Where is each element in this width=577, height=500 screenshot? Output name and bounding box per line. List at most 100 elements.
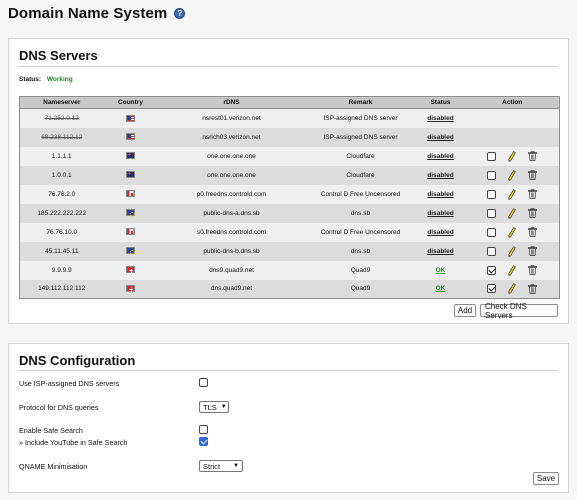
protocol-label: Protocol for DNS queries — [19, 403, 99, 412]
status-link[interactable]: disabled — [427, 115, 453, 122]
delete-trash-icon[interactable] — [528, 265, 538, 275]
rdns-cell: dns.quad9.net — [157, 279, 306, 299]
status-cell: OK — [415, 279, 466, 299]
safe-search-label: Enable Safe Search — [19, 426, 83, 435]
remark-cell: Quad9 — [305, 260, 416, 280]
status-link[interactable]: disabled — [427, 134, 453, 141]
use-isp-label: Use ISP-assigned DNS servers — [19, 379, 120, 388]
rdns-cell: one.one.one.one — [157, 146, 306, 166]
edit-pencil-icon[interactable] — [508, 188, 517, 200]
nameserver-cell: 76.76.10.0 — [19, 222, 104, 242]
nameserver-value: 76.76.10.0 — [46, 228, 78, 236]
country-cell — [103, 279, 158, 299]
rdns-cell: p0.freedns.controld.com — [157, 184, 306, 204]
check-dns-servers-button[interactable]: Check DNS Servers — [480, 302, 558, 320]
nameserver-value: 71.252.0.12 — [44, 114, 79, 122]
edit-pencil-icon[interactable] — [508, 169, 517, 181]
enable-server-checkbox[interactable] — [487, 246, 497, 256]
use-isp-checkbox[interactable] — [199, 378, 208, 387]
nameserver-cell: 76.76.2.0 — [19, 184, 104, 204]
nameserver-cell: 1.0.0.1 — [19, 165, 104, 185]
action-cell — [465, 184, 560, 204]
delete-trash-icon[interactable] — [528, 246, 538, 256]
delete-trash-icon[interactable] — [528, 283, 538, 294]
enable-server-checkbox[interactable] — [487, 170, 497, 180]
country-cell — [103, 165, 158, 185]
action-cell — [465, 279, 560, 299]
edit-pencil-icon[interactable] — [508, 207, 517, 219]
col-remark: Remark — [305, 96, 416, 109]
us-flag-icon — [126, 114, 135, 122]
au-flag-icon — [126, 171, 135, 179]
col-country: Country — [103, 96, 158, 109]
nameserver-value: 149.112.112.112 — [38, 285, 86, 293]
enable-server-checkbox[interactable] — [487, 227, 497, 237]
nameserver-value: 9.9.9.9 — [51, 266, 72, 274]
us-flag-icon — [126, 133, 135, 141]
protocol-value: TLS — [203, 402, 217, 412]
action-cell — [465, 127, 560, 147]
table-row: 1.1.1.1 one.one.one.one Cloudfare disabled — [19, 146, 560, 166]
col-rdns: rDNS — [157, 96, 306, 109]
youtube-label: » Include YouTube in Safe Search — [19, 438, 128, 447]
enable-server-checkbox[interactable] — [487, 189, 497, 199]
country-cell — [103, 184, 158, 204]
status-link[interactable]: disabled — [427, 172, 453, 179]
table-row: 76.76.2.0 p0.freedns.controld.com Control … — [19, 184, 560, 204]
edit-pencil-icon[interactable] — [508, 226, 517, 238]
enable-server-checkbox[interactable] — [487, 284, 497, 294]
status-link[interactable]: disabled — [427, 153, 453, 160]
nameserver-cell: 185.222.222.222 — [19, 203, 104, 223]
delete-trash-icon[interactable] — [528, 208, 538, 218]
enable-server-checkbox[interactable] — [487, 151, 497, 161]
qname-select[interactable]: Strict ▼ — [199, 460, 243, 472]
status-link[interactable]: disabled — [427, 229, 453, 236]
nameserver-value: 1.0.0.1 — [51, 171, 72, 179]
delete-trash-icon[interactable] — [528, 189, 538, 199]
status-line: Status: Working — [19, 76, 73, 83]
status-cell: disabled — [415, 222, 466, 242]
delete-trash-icon[interactable] — [528, 151, 538, 161]
nameserver-cell: 1.1.1.1 — [19, 146, 104, 166]
status-cell: disabled — [415, 127, 466, 147]
remark-cell: Control D Free Uncensored — [305, 222, 416, 242]
action-cell — [465, 260, 560, 280]
remark-cell: dns.sb — [305, 241, 416, 261]
status-link[interactable]: disabled — [427, 248, 453, 255]
youtube-checkbox[interactable] — [199, 437, 208, 446]
safe-search-checkbox[interactable] — [199, 425, 208, 434]
table-header-row: Nameserver Country rDNS Remark Status Ac… — [19, 96, 560, 109]
add-button[interactable]: Add — [454, 304, 476, 317]
action-cell — [465, 222, 560, 242]
protocol-select[interactable]: TLS ▼ — [199, 401, 229, 413]
remark-cell: Control D Free Uncensored — [305, 184, 416, 204]
status-cell: disabled — [415, 146, 466, 166]
action-cell — [465, 165, 560, 185]
enable-server-checkbox[interactable] — [487, 208, 497, 218]
delete-trash-icon[interactable] — [528, 227, 538, 237]
help-icon[interactable]: ? — [174, 8, 186, 19]
status-link[interactable]: OK — [436, 267, 446, 274]
delete-trash-icon[interactable] — [528, 170, 538, 180]
action-cell — [465, 203, 560, 223]
edit-pencil-icon[interactable] — [508, 245, 517, 257]
table-row: 68.238.112.12 nsrich03.verizon.net ISP-ass… — [19, 127, 560, 147]
status-link[interactable]: disabled — [427, 191, 453, 198]
action-cell — [465, 241, 560, 261]
table-row: 185.222.222.222 public-dns-a.dns.sb dns.sb… — [19, 203, 560, 223]
enable-server-checkbox[interactable] — [487, 265, 497, 275]
status-cell: disabled — [415, 184, 466, 204]
save-button[interactable]: Save — [533, 472, 559, 485]
status-cell: disabled — [415, 203, 466, 223]
edit-pencil-icon[interactable] — [508, 150, 517, 162]
country-cell — [103, 146, 158, 166]
status-link[interactable]: disabled — [427, 210, 453, 217]
au-flag-icon — [126, 152, 135, 160]
page-title: Domain Name System ? — [8, 5, 186, 22]
col-nameserver: Nameserver — [19, 96, 104, 109]
table-row: 9.9.9.9 dns9.quad9.net Quad9 OK — [19, 260, 560, 280]
edit-pencil-icon[interactable] — [508, 283, 517, 295]
status-link[interactable]: OK — [436, 285, 446, 292]
edit-pencil-icon[interactable] — [508, 264, 517, 276]
dns-config-title: DNS Configuration — [19, 353, 136, 368]
